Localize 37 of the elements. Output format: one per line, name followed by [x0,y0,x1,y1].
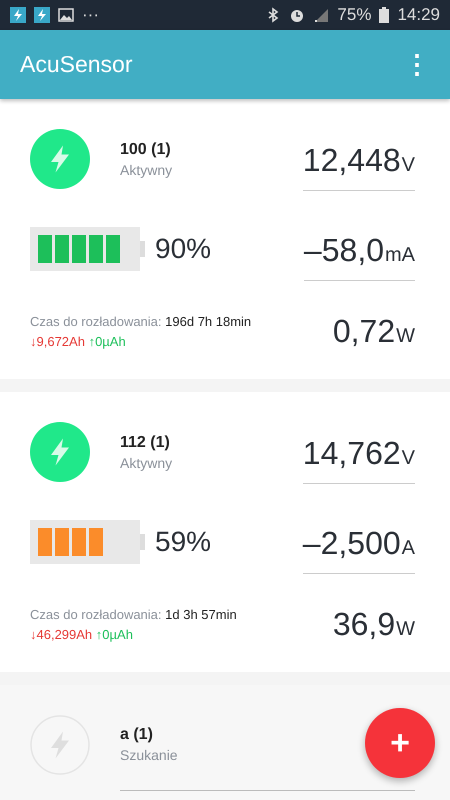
battery-icon [30,520,145,564]
bolt-icon [30,422,90,482]
bolt-icon [30,715,90,775]
battery-percent: 75% [337,4,372,25]
current-reading: –2,500A [302,524,415,574]
notification-icon [10,6,26,23]
voltage-reading: 14,762V [302,434,415,484]
app-title: AcuSensor [20,50,134,78]
discharge-label: Czas do rozładowania: [30,314,162,328]
voltage-reading: 12,448V [302,141,415,191]
device-name: 112 (1) [120,434,171,452]
battery-percent: 59% [155,526,212,558]
more-notifications: ··· [82,4,99,25]
discharge-label: Czas do rozładowania: [30,606,162,622]
battery-percent: 90% [155,233,212,265]
charged-amount: ↑0µAh [96,626,133,642]
charged-amount: ↑0µAh [88,334,126,348]
battery-icon [30,227,145,271]
clock: 14:29 [397,4,440,25]
device-name: a (1) [120,726,154,744]
notification-icon [34,6,50,23]
device-status: Aktywny [120,454,172,470]
battery-icon [379,6,390,23]
image-icon [58,6,74,23]
power-reading: 36,9W [332,605,415,644]
signal-icon [313,6,330,23]
bolt-icon [30,129,90,189]
discharge-time: 1d 3h 57min [165,606,237,622]
power-reading: 0,72W [332,312,415,351]
device-name: 100 (1) [120,140,172,158]
discharge-time: 196d 7h 18min [165,314,252,328]
menu-button[interactable]: ⋮ [396,44,438,84]
drawn-charge: ↓9,672Ah [30,334,85,348]
current-reading: –58,0mA [304,231,415,281]
drawn-charge: ↓46,299Ah [30,626,92,642]
device-status: Szukanie [120,747,178,763]
device-status: Aktywny [120,162,172,178]
